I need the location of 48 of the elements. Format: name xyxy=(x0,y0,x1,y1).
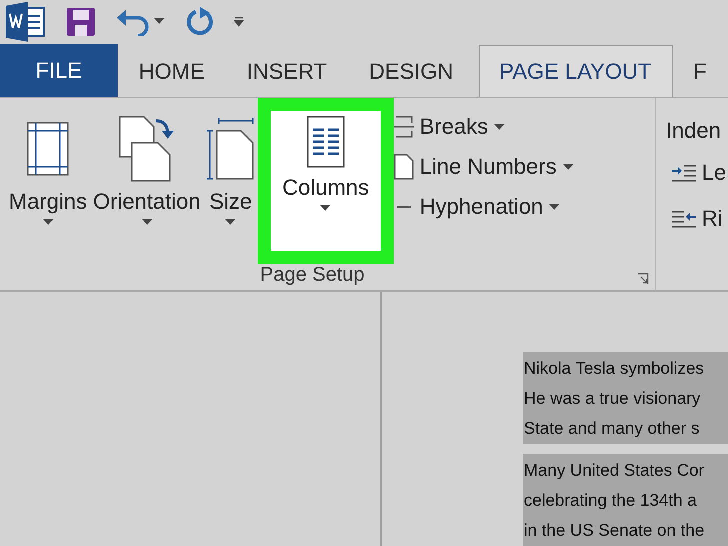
dialog-launcher-icon[interactable] xyxy=(637,273,649,285)
indent-right-icon xyxy=(672,210,696,228)
save-icon[interactable] xyxy=(66,7,96,37)
button-label: Orientation xyxy=(93,189,201,215)
caret-icon xyxy=(549,204,560,210)
text-line: Nikola Tesla symbolizes xyxy=(524,358,706,380)
hyphen-icon xyxy=(396,205,411,209)
ribbon-tab[interactable]: HOME xyxy=(118,45,226,97)
text-line: He was a true visionary xyxy=(524,388,702,410)
size-icon xyxy=(206,117,255,181)
ribbon-tab[interactable]: PAGE LAYOUT xyxy=(478,45,673,97)
caret-icon xyxy=(562,164,574,170)
ribbon-tab[interactable]: INSERT xyxy=(226,45,348,97)
margins-icon xyxy=(27,122,70,176)
orientation-icon xyxy=(118,115,176,183)
caret-icon xyxy=(225,219,236,225)
ribbon-button[interactable]: Size xyxy=(204,98,258,264)
group-header: Inden xyxy=(665,117,722,144)
breaks-icon xyxy=(394,115,414,139)
ribbon-button[interactable]: Margins xyxy=(6,98,90,264)
word-logo-icon[interactable] xyxy=(4,2,46,42)
ribbon-tab[interactable]: FILE xyxy=(0,44,118,97)
button-label: Margins xyxy=(9,189,88,215)
button-label: Size xyxy=(209,189,252,215)
ribbon-tab[interactable]: F xyxy=(672,45,728,97)
ribbon-button[interactable]: Columns xyxy=(258,98,394,264)
undo-icon[interactable] xyxy=(116,8,166,36)
button-label: Columns xyxy=(282,175,370,201)
caret-icon xyxy=(42,219,54,225)
ribbon-small-button[interactable]: Line Numbers xyxy=(394,154,574,180)
caret-icon xyxy=(494,124,506,130)
group-label: Page Setup xyxy=(260,264,365,288)
text-line: in the US Senate on the xyxy=(524,520,706,542)
text-line: celebrating the 134th a xyxy=(524,490,698,512)
caret-icon xyxy=(320,205,332,211)
columns-icon xyxy=(306,116,345,168)
ribbon-button[interactable]: Orientation xyxy=(90,98,204,264)
text-line: Many United States Cor xyxy=(524,460,706,482)
customize-icon[interactable] xyxy=(234,17,244,27)
text-line: State and many other s xyxy=(524,418,701,440)
ribbon-small-button[interactable]: Hyphenation xyxy=(394,194,574,220)
indent-left-icon xyxy=(672,164,696,182)
caret-icon xyxy=(142,219,153,225)
redo-icon[interactable] xyxy=(186,7,214,37)
indent-button[interactable]: Ri xyxy=(672,206,726,232)
ribbon-tab[interactable]: DESIGN xyxy=(348,45,475,97)
indent-button[interactable]: Le xyxy=(672,160,726,186)
ribbon-small-button[interactable]: Breaks xyxy=(394,114,574,140)
